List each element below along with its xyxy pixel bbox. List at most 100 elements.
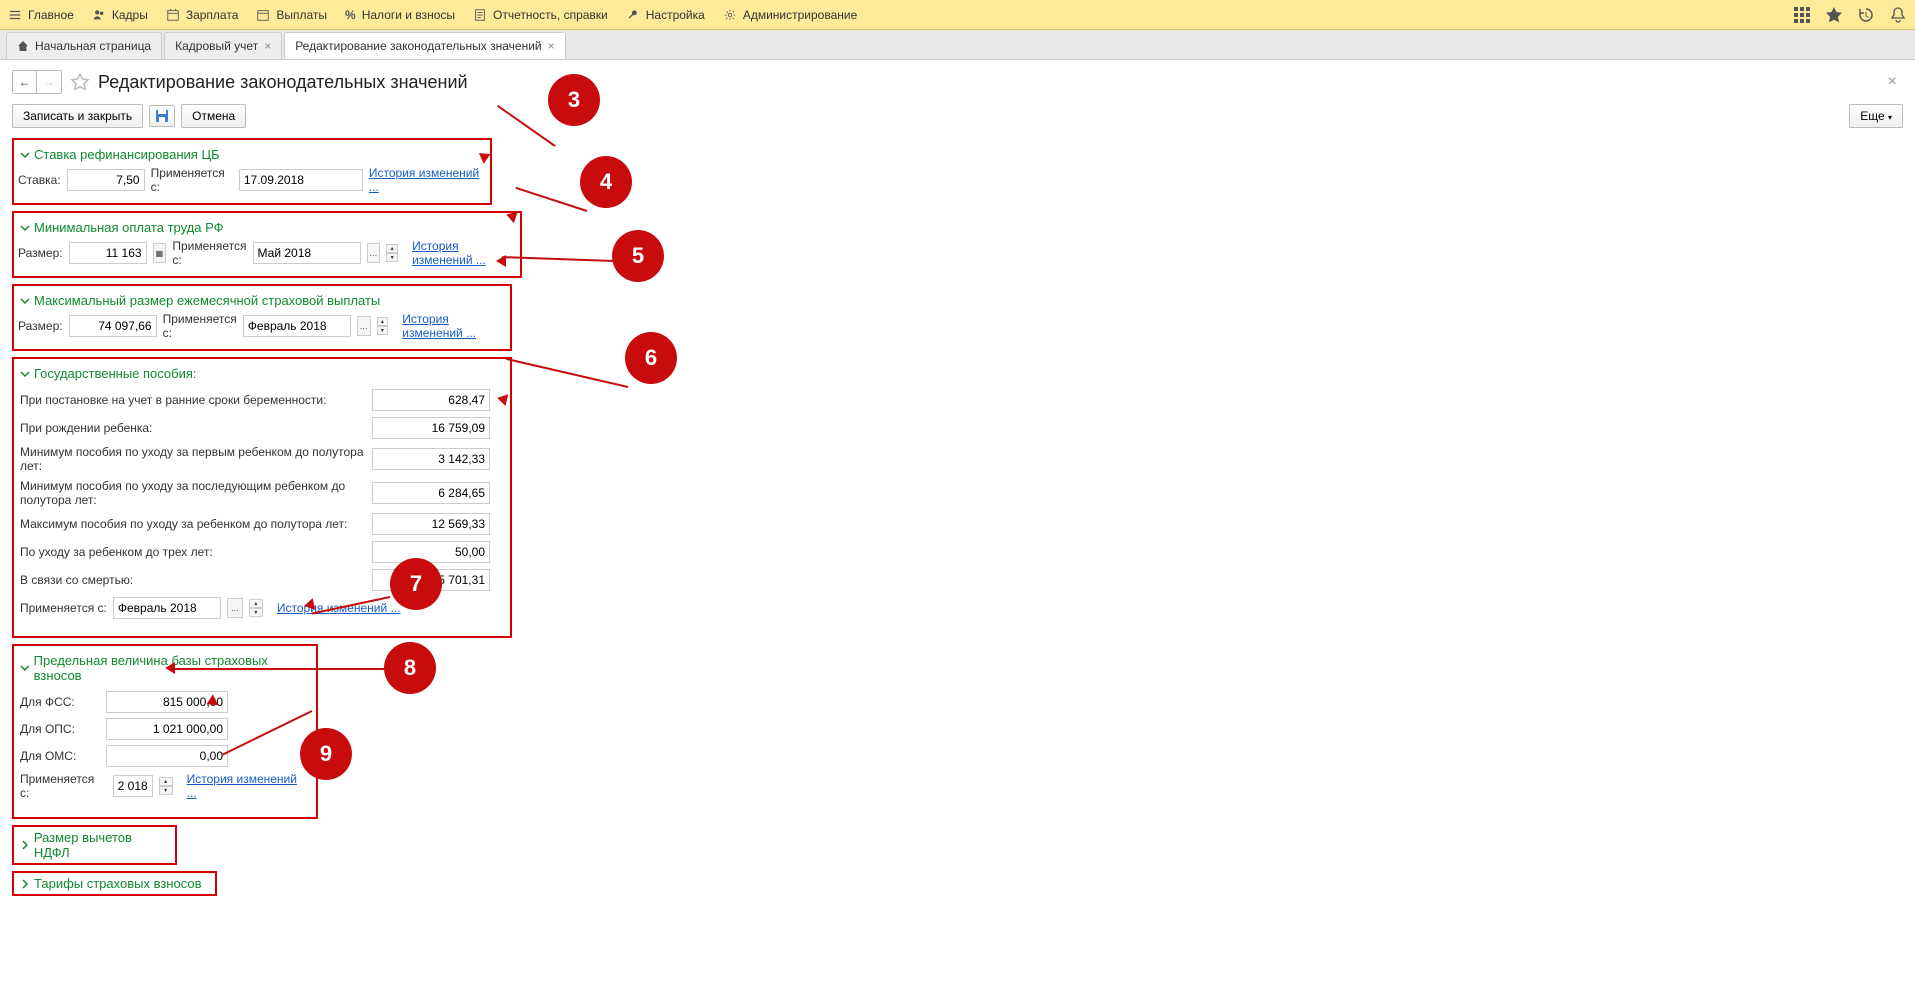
close-page-button[interactable]: ×: [1882, 71, 1903, 93]
menu-otchetnost[interactable]: Отчетность, справки: [473, 8, 608, 22]
ops-label: Для ОПС:: [20, 722, 100, 736]
benefit-label: Максимум пособия по уходу за ребенком до…: [20, 517, 372, 531]
more-button[interactable]: Еще ▾: [1849, 104, 1903, 128]
section-refinance-rate[interactable]: Ставка рефинансирования ЦБ: [18, 143, 486, 166]
callout-6: 6: [625, 332, 677, 384]
applied-from-label: Применяется с:: [20, 601, 107, 615]
spin-up[interactable]: ▴: [249, 599, 263, 608]
ops-input[interactable]: [106, 718, 228, 740]
favorite-icon[interactable]: [70, 72, 90, 92]
benefit-input[interactable]: [372, 513, 490, 535]
menu-nastroyka[interactable]: Настройка: [626, 8, 705, 22]
history-icon[interactable]: [1857, 6, 1875, 24]
home-icon: [17, 40, 29, 52]
tab-edit[interactable]: Редактирование законодательных значений×: [284, 32, 565, 59]
section-gov-benefits[interactable]: Государственные пособия:: [18, 362, 506, 385]
chevron-down-icon: [20, 663, 30, 673]
save-close-button[interactable]: Записать и закрыть: [12, 104, 143, 128]
callout-3: 3: [548, 74, 600, 126]
spin-down[interactable]: ▾: [249, 608, 263, 617]
percent-icon: %: [345, 8, 356, 22]
benefit-input[interactable]: [372, 541, 490, 563]
size-input[interactable]: [69, 315, 157, 337]
tab-kadr[interactable]: Кадровый учет×: [164, 32, 282, 59]
chevron-down-icon: [20, 296, 30, 306]
benefit-input[interactable]: [372, 448, 490, 470]
applied-from-label: Применяется с:: [20, 772, 107, 800]
page-title: Редактирование законодательных значений: [98, 72, 468, 93]
picker-button[interactable]: …: [227, 598, 243, 618]
menu-vyplaty[interactable]: Выплаты: [256, 8, 327, 22]
calc-button[interactable]: ▦: [153, 243, 167, 263]
benefit-input[interactable]: [372, 417, 490, 439]
benefit-label: Минимум пособия по уходу за последующим …: [20, 479, 372, 507]
benefit-input[interactable]: [372, 389, 490, 411]
tab-bar: Начальная страница Кадровый учет× Редакт…: [0, 30, 1915, 60]
callout-7: 7: [390, 558, 442, 610]
applied-from-input[interactable]: [253, 242, 361, 264]
history-link[interactable]: История изменений ...: [402, 312, 506, 340]
back-button[interactable]: ←: [13, 71, 37, 93]
applied-from-input[interactable]: [113, 597, 221, 619]
applied-from-input[interactable]: [239, 169, 363, 191]
forward-button[interactable]: →: [37, 71, 61, 93]
benefit-label: В связи со смертью:: [20, 573, 372, 587]
chevron-right-icon: [20, 840, 30, 850]
spin-down[interactable]: ▾: [159, 786, 173, 795]
menu-kadry[interactable]: Кадры: [92, 8, 148, 22]
save-button[interactable]: [149, 105, 175, 127]
oms-input[interactable]: [106, 745, 228, 767]
picker-button[interactable]: …: [367, 243, 381, 263]
applied-from-input[interactable]: [243, 315, 351, 337]
applied-from-input[interactable]: [113, 775, 153, 797]
chevron-down-icon: [20, 369, 30, 379]
section-insurance-tariffs[interactable]: Тарифы страховых взносов: [18, 875, 211, 892]
spin-up[interactable]: ▴: [377, 317, 389, 326]
callout-9: 9: [300, 728, 352, 780]
section-min-wage[interactable]: Минимальная оплата труда РФ: [18, 216, 516, 239]
tab-home[interactable]: Начальная страница: [6, 32, 162, 59]
close-icon[interactable]: ×: [548, 39, 555, 53]
spin-down[interactable]: ▾: [377, 326, 389, 335]
size-input[interactable]: [69, 242, 147, 264]
star-icon[interactable]: [1825, 6, 1843, 24]
oms-label: Для ОМС:: [20, 749, 100, 763]
menu-admin[interactable]: Администрирование: [723, 8, 857, 22]
chevron-right-icon: [20, 879, 30, 889]
applied-from-label: Применяется с:: [151, 166, 233, 194]
fss-label: Для ФСС:: [20, 695, 100, 709]
applied-from-label: Применяется с:: [172, 239, 246, 267]
benefit-label: При рождении ребенка:: [20, 421, 372, 435]
history-link[interactable]: История изменений ...: [187, 772, 310, 800]
spin-up[interactable]: ▴: [386, 244, 398, 253]
apps-icon[interactable]: [1793, 6, 1811, 24]
callout-4: 4: [580, 156, 632, 208]
applied-from-label: Применяется с:: [163, 312, 237, 340]
bell-icon[interactable]: [1889, 6, 1907, 24]
rate-input[interactable]: [67, 169, 145, 191]
menu-nalogi[interactable]: %Налоги и взносы: [345, 8, 455, 22]
spin-down[interactable]: ▾: [386, 253, 398, 262]
size-label: Размер:: [18, 246, 63, 260]
callout-8: 8: [384, 642, 436, 694]
cancel-button[interactable]: Отмена: [181, 104, 246, 128]
section-ndfl-deductions[interactable]: Размер вычетов НДФЛ: [18, 829, 171, 861]
rate-label: Ставка:: [18, 173, 61, 187]
benefit-label: При постановке на учет в ранние сроки бе…: [20, 393, 372, 407]
people-icon: [92, 8, 106, 22]
menu-main[interactable]: Главное: [8, 8, 74, 22]
history-link[interactable]: История изменений ...: [369, 166, 486, 194]
benefit-input[interactable]: [372, 482, 490, 504]
hamburger-icon: [8, 8, 22, 22]
section-max-insurance[interactable]: Максимальный размер ежемесячной страхово…: [18, 289, 506, 312]
picker-button[interactable]: …: [357, 316, 371, 336]
close-icon[interactable]: ×: [264, 39, 271, 53]
spin-up[interactable]: ▴: [159, 777, 173, 786]
wrench-icon: [626, 8, 640, 22]
nav-buttons: ← →: [12, 70, 62, 94]
document-icon: [473, 8, 487, 22]
menu-zarplata[interactable]: Зарплата: [166, 8, 239, 22]
calendar-icon: [166, 8, 180, 22]
callout-5: 5: [612, 230, 664, 282]
save-icon: [155, 109, 169, 123]
